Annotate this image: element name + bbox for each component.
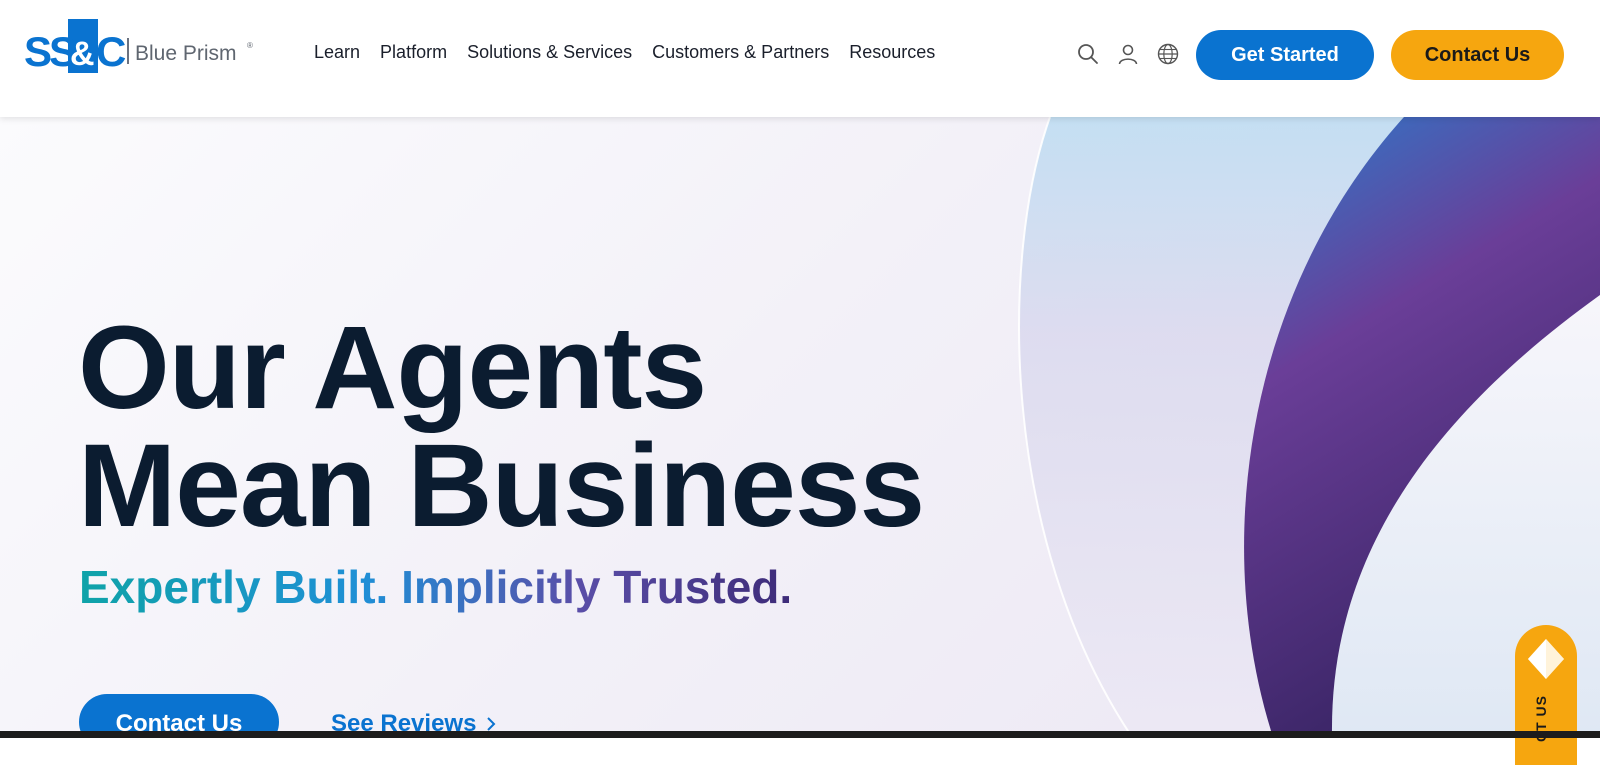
- svg-text:&: &: [70, 35, 95, 73]
- svg-text:Blue Prism: Blue Prism: [135, 42, 237, 65]
- hero-contact-us-button[interactable]: Contact Us: [79, 694, 279, 734]
- contact-us-header-button[interactable]: Contact Us: [1391, 30, 1564, 80]
- svg-text:®: ®: [247, 41, 253, 50]
- main-nav: Learn Platform Solutions & Services Cust…: [314, 42, 955, 63]
- nav-item-platform[interactable]: Platform: [380, 42, 447, 63]
- hero-headline: Our Agents Mean Business: [78, 302, 925, 552]
- window-bottom-edge: [0, 731, 1600, 738]
- user-icon[interactable]: [1116, 42, 1140, 66]
- nav-item-customers-partners[interactable]: Customers & Partners: [652, 42, 829, 63]
- chevron-right-icon: [487, 717, 496, 731]
- diamond-logo-icon: [1528, 639, 1564, 679]
- globe-icon[interactable]: [1156, 42, 1180, 66]
- search-icon[interactable]: [1076, 42, 1100, 66]
- logo[interactable]: SS & C Blue Prism ®: [24, 18, 264, 76]
- header-icon-group: [1076, 42, 1180, 66]
- get-started-button[interactable]: Get Started: [1196, 30, 1374, 80]
- nav-item-solutions-services[interactable]: Solutions & Services: [467, 42, 632, 63]
- hero-tagline: Expertly Built. Implicitly Trusted.: [79, 561, 793, 613]
- hero-headline-line1: Our Agents: [78, 302, 707, 434]
- hero-headline-line2: Mean Business: [78, 420, 925, 552]
- svg-text:C: C: [96, 28, 126, 75]
- nav-item-learn[interactable]: Learn: [314, 42, 360, 63]
- hero-section: Our Agents Mean Business Expertly Built.…: [0, 117, 1600, 734]
- svg-text:SS: SS: [24, 28, 76, 75]
- floating-contact-tab[interactable]: CT US: [1515, 625, 1577, 765]
- nav-item-resources[interactable]: Resources: [849, 42, 935, 63]
- site-header: SS & C Blue Prism ® Learn Platform Solut…: [0, 0, 1600, 117]
